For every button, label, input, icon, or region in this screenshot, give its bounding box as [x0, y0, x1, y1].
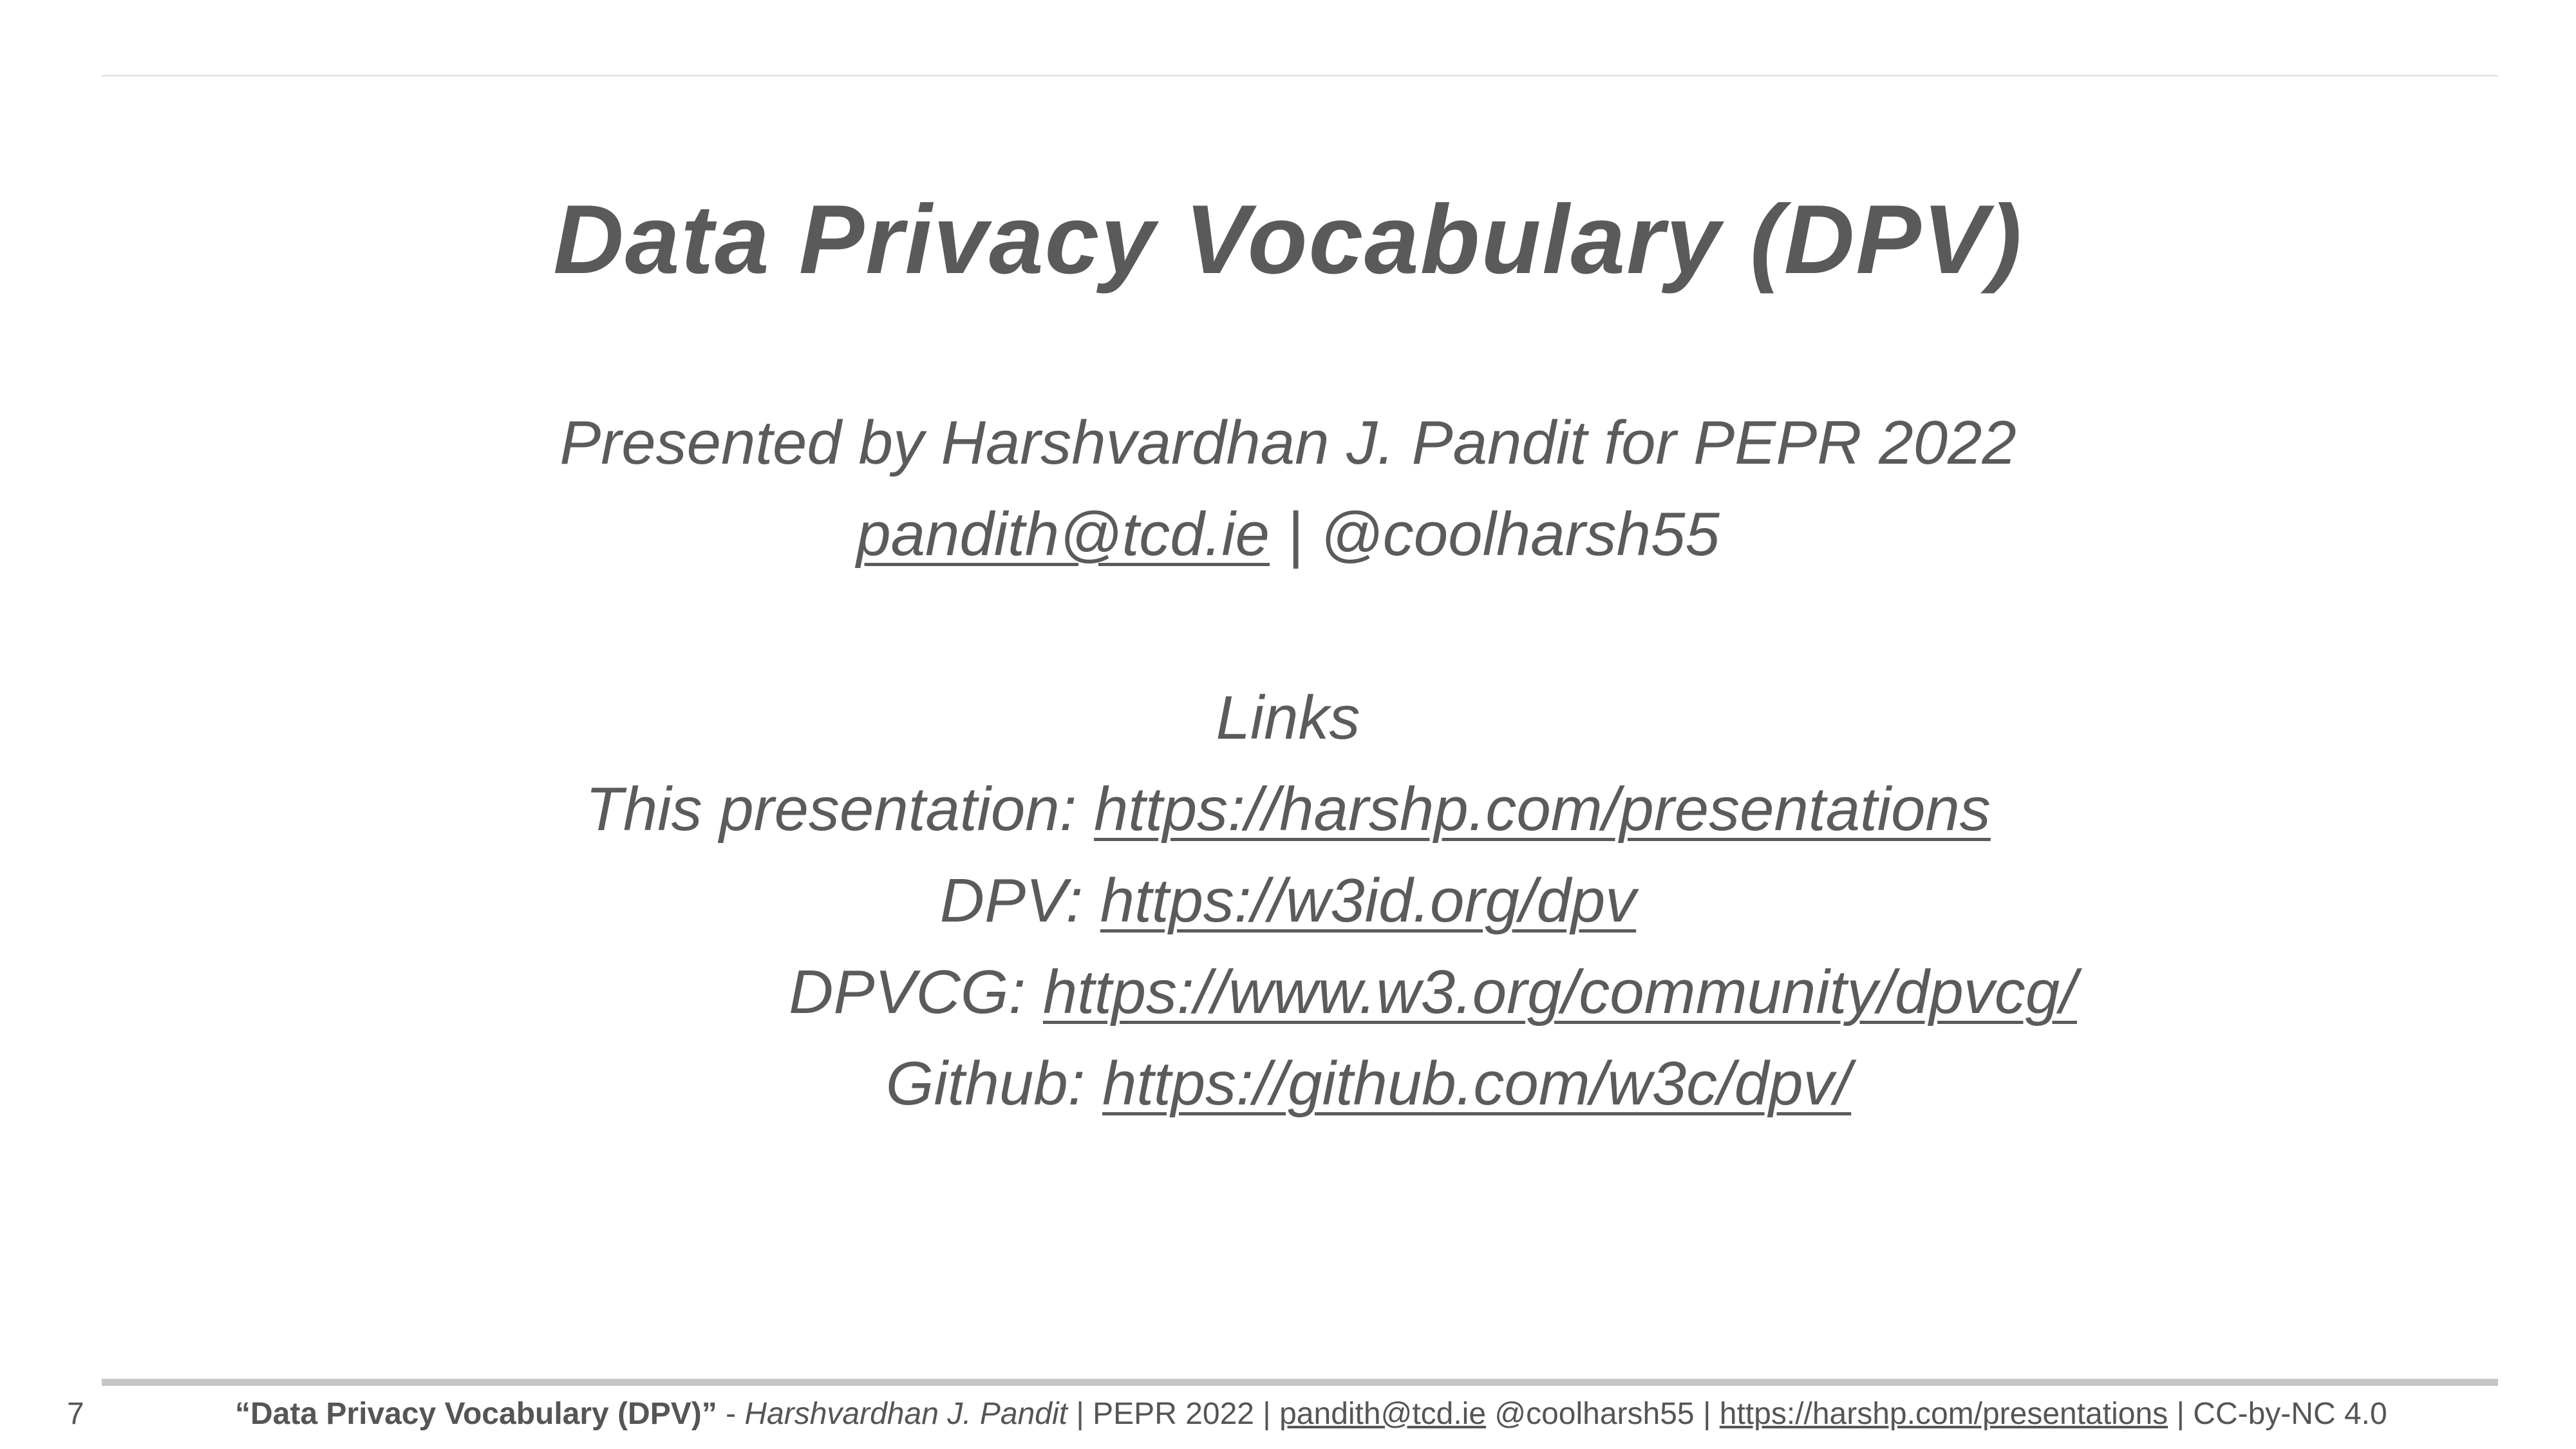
- link-label: DPVCG:: [789, 958, 1043, 1027]
- footer-venue: | PEPR 2022 |: [1067, 1397, 1280, 1431]
- footer-text: “Data Privacy Vocabulary (DPV)” - Harshv…: [235, 1395, 2387, 1434]
- footer-dash: -: [717, 1397, 745, 1431]
- link-label: This presentation:: [585, 775, 1094, 844]
- slide-title: Data Privacy Vocabulary (DPV): [553, 185, 2023, 294]
- github-link[interactable]: https://github.com/w3c/dpv/: [1102, 1049, 1851, 1118]
- link-row-dpv: DPV: https://w3id.org/dpv: [0, 862, 2576, 940]
- presentation-link[interactable]: https://harshp.com/presentations: [1094, 775, 1991, 844]
- footer-divider: [102, 1379, 2498, 1386]
- email-link[interactable]: pandith@tcd.ie: [856, 500, 1270, 569]
- footer-title: “Data Privacy Vocabulary (DPV)”: [235, 1397, 717, 1431]
- dpv-link[interactable]: https://w3id.org/dpv: [1100, 866, 1636, 935]
- footer-author: Harshvardhan J. Pandit: [744, 1397, 1067, 1431]
- footer-url-link[interactable]: https://harshp.com/presentations: [1720, 1397, 2168, 1431]
- twitter-handle: @coolharsh55: [1320, 500, 1720, 569]
- presenter-line: Presented by Harshvardhan J. Pandit for …: [559, 408, 2017, 477]
- footer-email-link[interactable]: pandith@tcd.ie: [1279, 1397, 1486, 1431]
- dpvcg-link[interactable]: https://www.w3.org/community/dpvcg/: [1043, 958, 2077, 1027]
- contact-separator: |: [1270, 500, 1321, 569]
- top-divider: [102, 75, 2498, 77]
- link-label: Github:: [885, 1049, 1102, 1118]
- footer-license: | CC-by-NC 4.0: [2168, 1397, 2387, 1431]
- links-heading: Links: [1216, 683, 1360, 752]
- contact-line: pandith@tcd.ie | @coolharsh55: [0, 496, 2576, 573]
- link-label: DPV:: [939, 866, 1100, 935]
- link-row-github: Github: https://github.com/w3c/dpv/: [0, 1045, 2576, 1122]
- link-row-presentation: This presentation: https://harshp.com/pr…: [0, 771, 2576, 848]
- link-row-dpvcg: DPVCG: https://www.w3.org/community/dpvc…: [0, 954, 2576, 1031]
- footer-handle: @coolharsh55 |: [1486, 1397, 1720, 1431]
- page-number: 7: [67, 1397, 84, 1431]
